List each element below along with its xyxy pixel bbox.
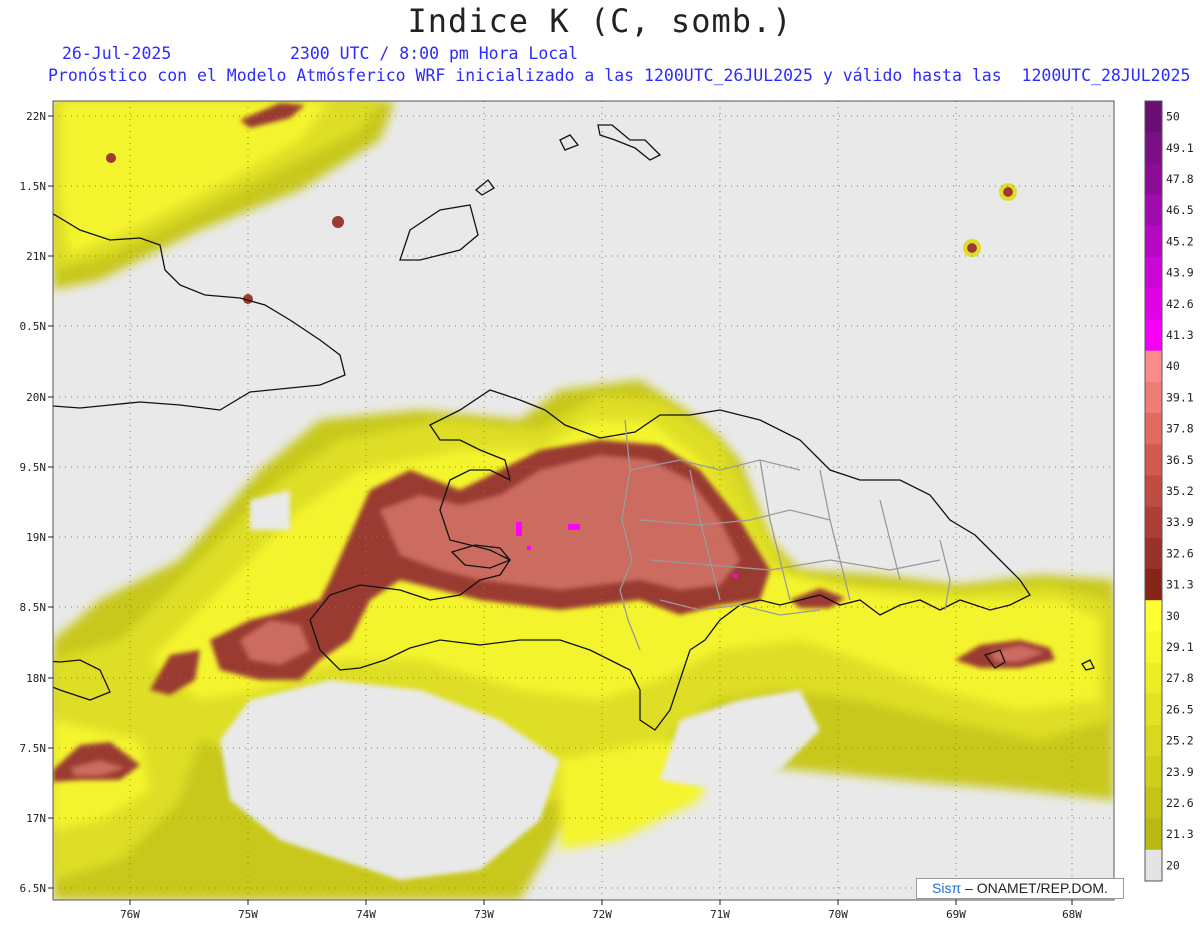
colorbar-swatch (1145, 381, 1162, 414)
colorbar-swatch (1145, 132, 1162, 164)
colorbar-label: 27.8 (1166, 671, 1194, 685)
colorbar-label: 46.5 (1166, 203, 1194, 217)
colorbar-swatch (1145, 631, 1162, 663)
sis-logo-text: Sisπ (932, 880, 962, 896)
colorbar-label: 50 (1166, 110, 1180, 124)
colorbar-label: 47.8 (1166, 172, 1194, 186)
colorbar-swatch (1145, 225, 1162, 258)
lat-label: 17N (26, 812, 46, 825)
lon-label: 68W (1062, 908, 1082, 921)
colorbar-swatch (1145, 725, 1162, 757)
colorbar-label: 25.2 (1166, 734, 1194, 748)
colorbar-label: 30 (1166, 609, 1180, 623)
colorbar-label: 33.9 (1166, 515, 1194, 529)
forecast-map: 22N 1.5N 21N 0.5N 20N 9.5N 19N 8.5N 18N … (20, 100, 1194, 921)
lon-label: 71W (710, 908, 730, 921)
colorbar-label: 35.2 (1166, 484, 1194, 498)
lat-label: 6.5N (20, 882, 47, 895)
colorbar-swatch (1145, 849, 1162, 882)
colorbar-swatch (1145, 569, 1162, 601)
lat-label: 21N (26, 250, 46, 263)
lat-label: 9.5N (20, 461, 47, 474)
colorbar-swatch (1145, 288, 1162, 320)
lon-label: 72W (592, 908, 612, 921)
colorbar-swatch (1145, 257, 1162, 289)
lat-label: 20N (26, 391, 46, 404)
credit-box: Sisπ – ONAMET/REP.DOM. (916, 878, 1124, 899)
colorbar-swatch (1145, 475, 1162, 507)
colorbar-swatch (1145, 662, 1162, 695)
colorbar-swatch (1145, 506, 1162, 539)
colorbar-swatch (1145, 444, 1162, 476)
lat-label: 7.5N (20, 742, 47, 755)
colorbar-label: 22.6 (1166, 796, 1194, 810)
colorbar-label: 31.3 (1166, 578, 1194, 592)
colorbar-label: 41.3 (1166, 328, 1194, 342)
colorbar-label: 37.8 (1166, 422, 1194, 436)
colorbar-swatch (1145, 693, 1162, 726)
lon-label: 73W (474, 908, 494, 921)
colorbar-label: 49.1 (1166, 141, 1194, 155)
colorbar-swatch (1145, 787, 1162, 819)
colorbar-label: 39.1 (1166, 390, 1194, 404)
lon-label: 74W (356, 908, 376, 921)
colorbar-swatch (1145, 163, 1162, 195)
colorbar: 50 49.1 47.8 46.5 45.2 43.9 42.6 41.3 40 39.1 37.8… (1144, 100, 1194, 882)
colorbar-label: 43.9 (1166, 266, 1194, 280)
colorbar-swatch (1145, 194, 1162, 227)
colorbar-label: 20 (1166, 858, 1180, 872)
lon-label: 76W (120, 908, 140, 921)
colorbar-label: 26.5 (1166, 702, 1194, 716)
lon-label: 70W (828, 908, 848, 921)
colorbar-swatch (1145, 600, 1162, 632)
colorbar-swatch (1145, 350, 1162, 383)
lat-label: 8.5N (20, 601, 47, 614)
colorbar-swatch (1145, 101, 1162, 133)
lat-label: 18N (26, 672, 46, 685)
colorbar-label: 42.6 (1166, 297, 1194, 311)
lat-label: 19N (26, 531, 46, 544)
lat-label: 0.5N (20, 320, 47, 333)
colorbar-label: 23.9 (1166, 765, 1194, 779)
lat-label: 1.5N (20, 180, 47, 193)
colorbar-label: 40 (1166, 359, 1180, 373)
colorbar-label: 36.5 (1166, 453, 1194, 467)
colorbar-label: 32.6 (1166, 546, 1194, 560)
colorbar-swatch (1145, 413, 1162, 445)
colorbar-swatch (1145, 319, 1162, 351)
colorbar-label: 45.2 (1166, 234, 1194, 248)
colorbar-swatch (1145, 537, 1162, 570)
colorbar-swatch (1145, 756, 1162, 788)
lon-label: 69W (946, 908, 966, 921)
colorbar-swatch (1145, 818, 1162, 851)
colorbar-label: 29.1 (1166, 640, 1194, 654)
lat-label: 22N (26, 110, 46, 123)
colorbar-label: 21.3 (1166, 827, 1194, 841)
credit-org: – ONAMET/REP.DOM. (965, 880, 1108, 896)
lon-label: 75W (238, 908, 258, 921)
